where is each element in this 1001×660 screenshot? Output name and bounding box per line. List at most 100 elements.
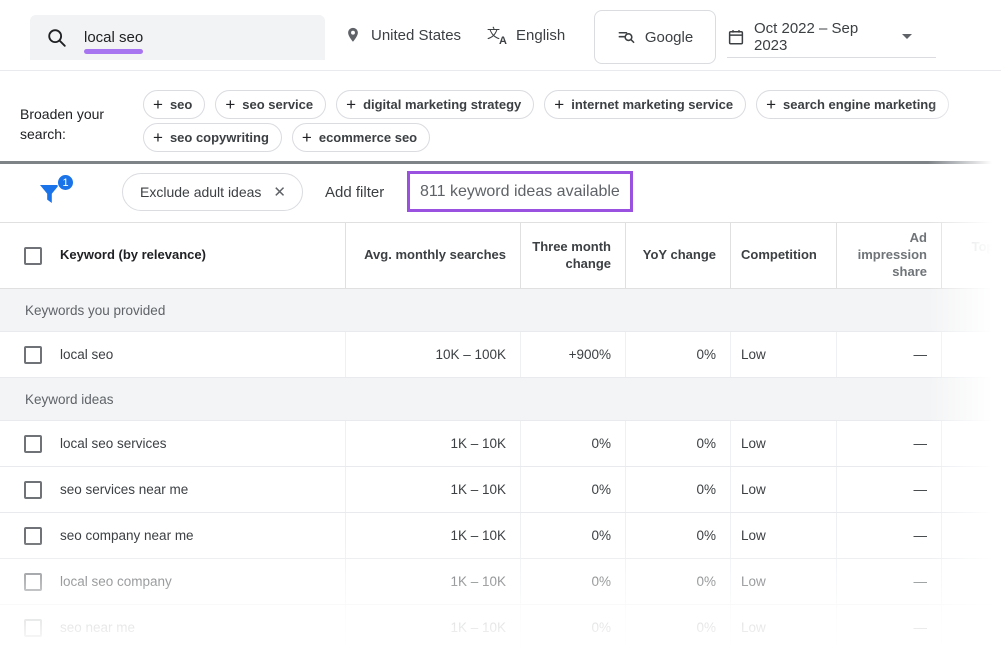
- chip-label: ecommerce seo: [319, 130, 417, 145]
- cell-three-month-change: 0%: [520, 467, 625, 512]
- cell-competition: Low: [730, 513, 836, 558]
- broaden-chip[interactable]: +internet marketing service: [544, 90, 746, 119]
- cell-top-of-page-bid: [941, 332, 1001, 377]
- column-header-label: Avg. monthly searches: [364, 247, 506, 264]
- cell-ad-impression-share: —: [836, 605, 941, 650]
- cell-avg-monthly-searches: 1K – 10K: [345, 467, 520, 512]
- language-label: English: [516, 27, 565, 44]
- column-header-avg-monthly-searches[interactable]: Avg. monthly searches: [345, 223, 520, 288]
- date-range-selector[interactable]: Oct 2022 – Sep 2023: [727, 16, 936, 58]
- chevron-down-icon: [902, 34, 912, 39]
- table-row[interactable]: local seo10K – 100K+900%0%Low—: [0, 332, 1001, 378]
- broaden-chip[interactable]: + digital marketing strategy: [336, 90, 534, 119]
- table-body: Keywords you provided local seo 10K – 100K…: [0, 289, 1001, 651]
- annotation-underline: [84, 49, 143, 54]
- location-selector[interactable]: United States: [344, 0, 461, 70]
- column-header-top-of-page-bid-low-range[interactable]: Top of page bid (low range): [941, 223, 1001, 288]
- table-row[interactable]: local seo services1K – 10K0%0%Low—: [0, 421, 1001, 467]
- broaden-chip[interactable]: + ecommerce seo: [292, 123, 430, 152]
- cell-three-month-change: 0%: [520, 559, 625, 604]
- broaden-chip[interactable]: +seo copywriting: [143, 123, 282, 152]
- top-bar: local seo United States 文A English Googl…: [0, 0, 1001, 70]
- chip-label: seo service: [242, 97, 313, 112]
- column-header-keyword-by-relevance[interactable]: Keyword (by relevance): [0, 223, 345, 288]
- exclude-adult-ideas-chip[interactable]: Exclude adult ideas ✕: [122, 173, 303, 211]
- search-value: local seo: [84, 29, 143, 46]
- broaden-chip[interactable]: + seo service: [215, 90, 326, 119]
- add-filter-button[interactable]: Add filter: [325, 164, 384, 220]
- row-checkbox[interactable]: [24, 573, 42, 591]
- broaden-chip[interactable]: +seo: [143, 90, 205, 119]
- column-header-label: Top of page bid (low range): [942, 239, 1001, 273]
- filter-button[interactable]: 1: [38, 174, 74, 212]
- cell-yoy-change: 0%: [625, 421, 730, 466]
- broaden-chip[interactable]: +search engine marketing: [756, 90, 949, 119]
- cell-competition: Low: [730, 332, 836, 377]
- column-header-yoy-change[interactable]: YoY change: [625, 223, 730, 288]
- cell-three-month-change: +900%: [520, 332, 625, 377]
- close-icon[interactable]: ✕: [273, 183, 286, 201]
- table-row[interactable]: seo services near me1K – 10K0%0%Low—: [0, 467, 1001, 513]
- keyword-label: seo services near me: [60, 481, 188, 499]
- column-header-label: YoY change: [643, 247, 716, 264]
- table-header-row: Keyword (by relevance) Avg. monthly searc…: [0, 223, 1001, 289]
- keyword-label: seo near me: [60, 619, 135, 637]
- cell-avg-monthly-searches: 10K – 100K: [345, 332, 520, 377]
- cell-yoy-change: 0%: [625, 467, 730, 512]
- row-checkbox[interactable]: [24, 527, 42, 545]
- cell-top-of-page-bid: [941, 559, 1001, 604]
- cell-avg-monthly-searches: 1K – 10K: [345, 513, 520, 558]
- cell-ad-impression-share: —: [836, 332, 941, 377]
- column-header-ad-impression-share[interactable]: Ad impression share: [836, 223, 941, 288]
- search-network-button[interactable]: Google: [594, 10, 716, 64]
- row-checkbox[interactable]: [24, 619, 42, 637]
- search-network-icon: [617, 28, 636, 47]
- keyword-label: local seo: [60, 346, 113, 364]
- cell-three-month-change: 0%: [520, 513, 625, 558]
- cell-keyword: seo services near me: [0, 467, 345, 512]
- column-header-competition[interactable]: Competition: [730, 223, 836, 288]
- plus-icon: +: [225, 96, 235, 113]
- keyword-label: local seo services: [60, 435, 167, 453]
- column-header-three-month-change[interactable]: Three month change: [520, 223, 625, 288]
- broaden-label: Broaden your search:: [20, 104, 122, 145]
- cell-keyword: seo company near me: [0, 513, 345, 558]
- table-row[interactable]: local seo company1K – 10K0%0%Low—: [0, 559, 1001, 605]
- cell-competition: Low: [730, 467, 836, 512]
- cell-yoy-change: 0%: [625, 605, 730, 650]
- cell-avg-monthly-searches: 1K – 10K: [345, 559, 520, 604]
- search-icon: [46, 27, 68, 49]
- row-checkbox[interactable]: [24, 435, 42, 453]
- cell-top-of-page-bid: [941, 513, 1001, 558]
- filter-bar: 1 Exclude adult ideas ✕ Add filter 811 k…: [0, 164, 1001, 222]
- cell-keyword: local seo company: [0, 559, 345, 604]
- keyword-label: seo company near me: [60, 527, 194, 545]
- table-row[interactable]: seo near me1K – 10K0%0%Low—: [0, 605, 1001, 651]
- table-section-header: Keyword ideas: [0, 378, 1001, 421]
- broaden-search-section: Broaden your search: +seo + seo service + di…: [0, 70, 1001, 161]
- plus-icon: +: [346, 96, 356, 113]
- select-all-checkbox[interactable]: [24, 247, 42, 265]
- table-section-header: Keywords you provided: [0, 289, 1001, 332]
- cell-ad-impression-share: —: [836, 559, 941, 604]
- cell-keyword: seo near me: [0, 605, 345, 650]
- table-row[interactable]: seo company near me1K – 10K0%0%Low—: [0, 513, 1001, 559]
- cell-competition: Low: [730, 421, 836, 466]
- calendar-icon: [727, 28, 745, 46]
- column-header-label: Keyword (by relevance): [60, 247, 206, 264]
- cell-keyword: local seo services: [0, 421, 345, 466]
- cell-competition: Low: [730, 605, 836, 650]
- location-label: United States: [371, 27, 461, 44]
- ideas-count-annotation-box: 811 keyword ideas available: [407, 171, 633, 212]
- cell-avg-monthly-searches: 1K – 10K: [345, 605, 520, 650]
- cell-three-month-change: 0%: [520, 421, 625, 466]
- cell-top-of-page-bid: [941, 467, 1001, 512]
- keyword-search-input[interactable]: local seo: [30, 15, 325, 60]
- chip-label: digital marketing strategy: [363, 97, 521, 112]
- row-checkbox[interactable]: [24, 346, 42, 364]
- plus-icon: +: [153, 129, 163, 146]
- ideas-count-label: 811 keyword ideas available: [420, 183, 620, 201]
- row-checkbox[interactable]: [24, 481, 42, 499]
- plus-icon: +: [302, 129, 312, 146]
- language-selector[interactable]: 文A English: [487, 0, 565, 70]
